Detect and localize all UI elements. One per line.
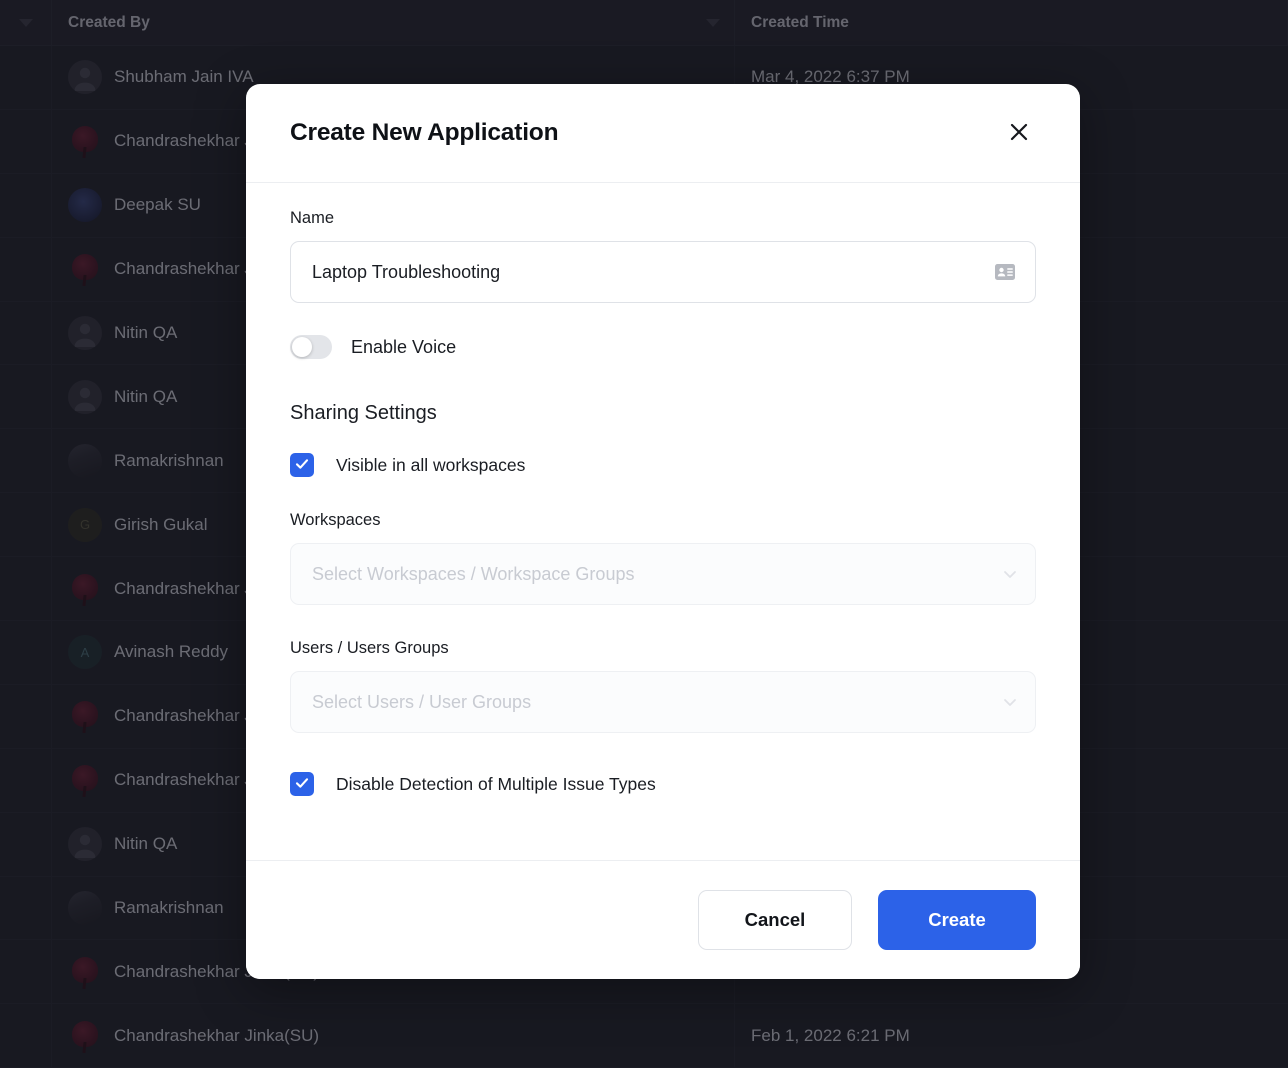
enable-voice-label: Enable Voice bbox=[351, 336, 457, 357]
disable-detection-checkbox[interactable] bbox=[290, 772, 314, 796]
users-placeholder: Select Users / User Groups bbox=[312, 691, 532, 712]
close-icon bbox=[1007, 120, 1031, 147]
visible-all-workspaces-checkbox[interactable] bbox=[290, 453, 314, 477]
workspaces-select[interactable]: Select Workspaces / Workspace Groups bbox=[290, 543, 1036, 605]
check-icon bbox=[294, 775, 310, 794]
id-card-icon bbox=[993, 260, 1017, 284]
visible-all-workspaces-row: Visible in all workspaces bbox=[290, 453, 1036, 477]
workspaces-label: Workspaces bbox=[290, 511, 381, 529]
sharing-settings-title: Sharing Settings bbox=[290, 402, 437, 424]
chevron-down-icon bbox=[1003, 567, 1017, 581]
workspaces-block: Workspaces Select Workspaces / Workspace… bbox=[290, 511, 1036, 605]
close-button[interactable] bbox=[1002, 116, 1036, 150]
dialog-header: Create New Application bbox=[246, 84, 1080, 183]
dialog-body: Name Enable Voice Sharing Settings bbox=[246, 183, 1080, 861]
name-input[interactable] bbox=[312, 261, 987, 283]
users-select[interactable]: Select Users / User Groups bbox=[290, 671, 1036, 733]
disable-detection-label: Disable Detection of Multiple Issue Type… bbox=[336, 773, 656, 794]
name-input-wrapper[interactable] bbox=[290, 241, 1036, 303]
enable-voice-row: Enable Voice bbox=[290, 335, 1036, 359]
enable-voice-toggle[interactable] bbox=[290, 335, 332, 359]
disable-detection-row: Disable Detection of Multiple Issue Type… bbox=[290, 772, 1036, 796]
dialog-footer: Cancel Create bbox=[246, 861, 1080, 979]
cancel-button[interactable]: Cancel bbox=[698, 890, 852, 950]
name-field-label: Name bbox=[290, 209, 335, 227]
users-label: Users / Users Groups bbox=[290, 639, 449, 657]
check-icon bbox=[294, 456, 310, 475]
chevron-down-icon bbox=[1003, 695, 1017, 709]
create-button[interactable]: Create bbox=[878, 890, 1036, 950]
toggle-knob bbox=[292, 337, 312, 357]
visible-all-workspaces-label: Visible in all workspaces bbox=[336, 454, 526, 475]
workspaces-placeholder: Select Workspaces / Workspace Groups bbox=[312, 563, 635, 584]
dialog-title: Create New Application bbox=[290, 119, 559, 146]
users-block: Users / Users Groups Select Users / User… bbox=[290, 639, 1036, 733]
create-new-application-dialog: Create New Application Name Laptop Troub… bbox=[246, 84, 1080, 979]
